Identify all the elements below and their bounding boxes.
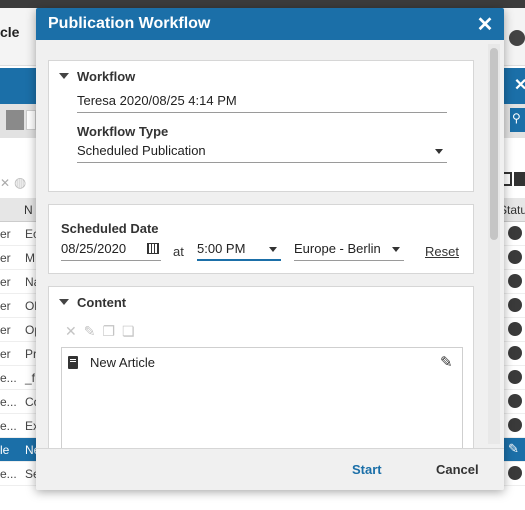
globe-icon bbox=[508, 322, 522, 336]
article-icon bbox=[68, 356, 78, 369]
user-icon bbox=[508, 466, 522, 480]
dialog-title: Publication Workflow bbox=[48, 15, 211, 32]
user-icon bbox=[508, 418, 522, 432]
content-toolbar: ✕ ✎ ❐ ❏ bbox=[65, 323, 142, 341]
content-section-label: Content bbox=[77, 295, 127, 310]
search-icon[interactable]: ⚲ bbox=[510, 108, 525, 132]
workflow-section: Workflow Teresa 2020/08/25 4:14 PM Workf… bbox=[48, 60, 474, 192]
paste-icon[interactable]: ❏ bbox=[122, 323, 135, 340]
workflow-section-label: Workflow bbox=[77, 69, 136, 84]
publication-workflow-dialog: Publication Workflow ✕ Workflow Teresa 2… bbox=[36, 8, 504, 490]
timezone-select[interactable]: Europe - Berlin bbox=[294, 241, 404, 261]
calendar-icon[interactable] bbox=[147, 243, 159, 254]
header-action-icon[interactable] bbox=[509, 30, 525, 46]
globe-icon bbox=[508, 370, 522, 384]
globe-icon bbox=[508, 394, 522, 408]
workflow-type-value: Scheduled Publication bbox=[77, 143, 206, 158]
content-section: Content ✕ ✎ ❐ ❏ New Article ✎ bbox=[48, 286, 474, 448]
chevron-down-icon bbox=[269, 247, 277, 252]
copy-icon[interactable]: ❐ bbox=[102, 323, 115, 340]
os-top-bar bbox=[0, 0, 525, 8]
scheduled-date-label: Scheduled Date bbox=[61, 221, 159, 236]
pencil-icon[interactable]: ✎ bbox=[440, 353, 453, 371]
content-list: New Article ✎ bbox=[61, 347, 463, 448]
workflow-type-select[interactable]: Scheduled Publication bbox=[77, 143, 447, 163]
workflow-section-header[interactable]: Workflow bbox=[59, 69, 135, 84]
time-value: 5:00 PM bbox=[197, 241, 246, 256]
reset-link[interactable]: Reset bbox=[425, 244, 459, 259]
cancel-button[interactable]: Cancel bbox=[436, 462, 479, 477]
dialog-title-bar: Publication Workflow ✕ bbox=[36, 8, 504, 40]
caret-down-icon bbox=[59, 299, 69, 305]
remove-icon[interactable]: ✕ bbox=[65, 323, 77, 340]
at-label: at bbox=[173, 244, 184, 259]
date-field[interactable]: 08/25/2020 bbox=[61, 241, 161, 261]
globe-icon bbox=[508, 298, 522, 312]
close-icon[interactable]: ✕ bbox=[514, 75, 525, 95]
globe-icon[interactable]: ◍ bbox=[14, 174, 26, 191]
chevron-down-icon bbox=[392, 247, 400, 252]
start-button[interactable]: Start bbox=[352, 462, 382, 477]
search-input[interactable] bbox=[26, 110, 36, 130]
pencil-icon: ✎ bbox=[508, 441, 519, 456]
globe-icon bbox=[508, 226, 522, 240]
workflow-name-value: Teresa 2020/08/25 4:14 PM bbox=[77, 93, 237, 108]
edit-icon[interactable]: ✎ bbox=[84, 323, 96, 340]
app-header-title: cle bbox=[0, 24, 20, 40]
globe-icon bbox=[508, 274, 522, 288]
list-item[interactable]: New Article ✎ bbox=[68, 354, 458, 374]
caret-down-icon bbox=[59, 73, 69, 79]
workflow-name-field[interactable]: Teresa 2020/08/25 4:14 PM bbox=[77, 93, 447, 113]
timezone-value: Europe - Berlin bbox=[294, 241, 381, 256]
grid-view-icon[interactable] bbox=[514, 172, 525, 186]
globe-icon bbox=[508, 250, 522, 264]
date-value: 08/25/2020 bbox=[61, 241, 127, 256]
content-item-label: New Article bbox=[90, 355, 156, 370]
time-select[interactable]: 5:00 PM bbox=[197, 241, 281, 261]
dialog-body: Workflow Teresa 2020/08/25 4:14 PM Workf… bbox=[36, 40, 504, 448]
workflow-type-label: Workflow Type bbox=[77, 124, 169, 139]
filter-dropdown[interactable] bbox=[6, 110, 24, 130]
close-icon[interactable]: ✕ bbox=[474, 12, 496, 37]
content-section-header[interactable]: Content bbox=[59, 295, 126, 310]
close-icon[interactable]: ✕ bbox=[0, 176, 10, 190]
globe-icon bbox=[508, 346, 522, 360]
dialog-footer: Start Cancel bbox=[36, 448, 504, 490]
chevron-down-icon bbox=[435, 149, 443, 154]
dialog-scrollbar-thumb[interactable] bbox=[490, 48, 498, 240]
scheduled-date-section: Scheduled Date 08/25/2020 at 5:00 PM Eur… bbox=[48, 204, 474, 274]
